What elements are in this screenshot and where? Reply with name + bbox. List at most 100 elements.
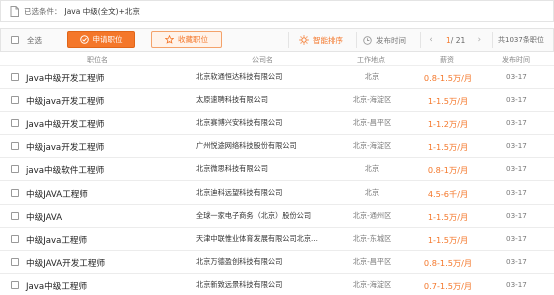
company-link[interactable]: 北京迪科远望科技有限公司 (196, 188, 328, 198)
favorite-button[interactable]: 收藏职位 (151, 31, 222, 48)
column-salary: 薪资 (440, 56, 454, 64)
company-link[interactable]: 全球一家电子商务（北京）股份公司 (196, 211, 328, 221)
toolbar-divider (288, 32, 289, 48)
apply-button[interactable]: 申请职位 (67, 31, 135, 48)
row-checkbox[interactable] (11, 119, 19, 128)
row-checkbox[interactable] (11, 142, 19, 151)
company-link[interactable]: 天津中联惟业体育发展有限公司北京... (196, 234, 328, 244)
job-title-link[interactable]: Java中级工程师 (26, 280, 87, 292)
job-location: 北京-东城区 (352, 233, 392, 243)
job-row[interactable]: Java中级工程师 北京新致远景科技有限公司 北京-海淀区 0.7-1.5万/月 03-… (0, 274, 554, 295)
row-checkbox[interactable] (11, 188, 19, 197)
job-location: 北京-昌平区 (352, 118, 392, 128)
job-location: 北京 (364, 164, 380, 174)
total-pages: / 21 (450, 35, 466, 45)
company-link[interactable]: 广州悦途网络科技股份有限公司 (196, 141, 328, 151)
job-location: 北京-通州区 (352, 210, 392, 220)
smart-sort-label: 智能排序 (313, 35, 343, 45)
toolbar-divider (356, 32, 357, 48)
favorite-label: 收藏职位 (178, 35, 208, 44)
job-row[interactable]: 中级JAVA工程师 北京迪科远望科技有限公司 北京 4.5-6千/月 03-17 (0, 182, 554, 205)
row-checkbox[interactable] (11, 73, 19, 81)
job-row[interactable]: 中级java开发工程师 广州悦途网络科技股份有限公司 北京-海淀区 1-1.5万/月 0… (0, 135, 554, 159)
job-salary: 0.8-1.5万/月 (423, 73, 473, 83)
row-checkbox[interactable] (11, 234, 19, 243)
job-date: 03-17 (506, 118, 527, 128)
job-date: 03-17 (506, 95, 527, 105)
column-date: 发布时间 (502, 56, 530, 64)
publish-time-label: 发布时间 (376, 35, 406, 45)
job-salary: 1-1.5万/月 (427, 211, 469, 222)
total-count: 共1037条职位 (498, 36, 544, 44)
job-title-link[interactable]: Java中级开发工程师 (26, 118, 104, 130)
job-salary: 0.8-1万/月 (427, 165, 469, 176)
job-salary: 4.5-6千/月 (427, 188, 469, 199)
job-title-link[interactable]: 中级JAVA开发工程师 (26, 257, 105, 269)
job-title-link[interactable]: 中级JAVA (26, 211, 62, 223)
row-checkbox[interactable] (11, 280, 19, 289)
job-location: 北京-海淀区 (352, 95, 392, 105)
company-link[interactable]: 北京软通恒达科技有限公司 (196, 72, 328, 82)
job-date: 03-17 (506, 164, 527, 174)
next-page-icon[interactable]: › (474, 35, 484, 45)
sort-sun-icon (299, 35, 309, 45)
job-row[interactable]: 中级JAVA开发工程师 北京万德盈创科技有限公司 北京-昌平区 0.8-1.5万/月 0… (0, 251, 554, 274)
job-salary: 1-1.5万/月 (427, 234, 469, 245)
company-link[interactable]: 太原速聘科技有限公司 (196, 95, 328, 105)
toolbar: 全选 申请职位 收藏职位 智能排序 发布时间 ‹ 1 / 21 › 共1037条… (0, 28, 554, 52)
row-checkbox[interactable] (11, 96, 19, 105)
select-all-checkbox[interactable] (11, 36, 19, 44)
company-link[interactable]: 北京赛博兴安科技有限公司 (196, 118, 328, 128)
column-location: 工作地点 (357, 56, 385, 64)
apply-label: 申请职位 (92, 35, 123, 44)
job-title-link[interactable]: 中级JAVA工程师 (26, 188, 88, 200)
prev-page-icon[interactable]: ‹ (426, 35, 436, 45)
company-link[interactable]: 北京微思科技有限公司 (196, 164, 328, 174)
toolbar-divider (492, 32, 493, 48)
select-all[interactable]: 全选 (11, 29, 42, 51)
job-location: 北京 (364, 187, 380, 197)
filter-label: 已选条件： (24, 6, 62, 16)
job-salary: 0.8-1.5万/月 (423, 257, 473, 268)
job-title-link[interactable]: java中级软件工程师 (26, 164, 104, 176)
apply-icon (79, 35, 89, 44)
filter-bar: 已选条件： Java 中级(全文)+北京 (0, 0, 554, 22)
smart-sort-button[interactable]: 智能排序 (299, 29, 343, 51)
job-row[interactable]: 中级Java工程师 天津中联惟业体育发展有限公司北京... 北京-东城区 1-1.5万… (0, 228, 554, 251)
filter-value: Java 中级(全文)+北京 (64, 6, 140, 16)
job-title-link[interactable]: 中级java开发工程师 (26, 95, 104, 107)
job-date: 03-17 (506, 256, 527, 266)
job-salary: 1-1.2万/月 (427, 119, 469, 130)
table-header: 职位名 公司名 工作地点 薪资 发布时间 (0, 52, 554, 66)
job-location: 北京-昌平区 (352, 256, 392, 266)
job-title-link[interactable]: 中级Java工程师 (26, 234, 87, 246)
select-all-label: 全选 (27, 35, 42, 45)
job-row[interactable]: java中级软件工程师 北京微思科技有限公司 北京 0.8-1万/月 03-17 (0, 158, 554, 182)
job-date: 03-17 (506, 210, 527, 220)
job-row[interactable]: 中级java开发工程师 太原速聘科技有限公司 北京-海淀区 1-1.5万/月 03-17 (0, 89, 554, 113)
job-salary: 0.7-1.5万/月 (423, 280, 473, 291)
job-date: 03-17 (506, 279, 527, 289)
job-date: 03-17 (506, 187, 527, 197)
toolbar-divider (420, 32, 421, 48)
job-salary: 1-1.5万/月 (427, 142, 469, 153)
job-row[interactable]: Java中级开发工程师 北京软通恒达科技有限公司 北京 0.8-1.5万/月 03-17 (0, 66, 554, 89)
row-checkbox[interactable] (11, 257, 19, 266)
company-link[interactable]: 北京万德盈创科技有限公司 (196, 257, 328, 267)
row-checkbox[interactable] (11, 165, 19, 174)
job-row[interactable]: 中级JAVA 全球一家电子商务（北京）股份公司 北京-通州区 1-1.5万/月 03-1… (0, 205, 554, 228)
job-location: 北京 (364, 72, 380, 81)
pager: ‹ 1 / 21 › (426, 29, 484, 51)
job-date: 03-17 (506, 141, 527, 151)
job-row[interactable]: Java中级开发工程师 北京赛博兴安科技有限公司 北京-昌平区 1-1.2万/月 03-… (0, 112, 554, 136)
document-icon (9, 5, 19, 17)
column-company: 公司名 (252, 56, 273, 64)
row-checkbox[interactable] (11, 211, 19, 220)
job-title-link[interactable]: 中级java开发工程师 (26, 141, 104, 153)
star-icon (165, 35, 174, 44)
clock-icon (363, 35, 372, 45)
job-salary: 1-1.5万/月 (427, 96, 469, 107)
company-link[interactable]: 北京新致远景科技有限公司 (196, 280, 328, 290)
job-title-link[interactable]: Java中级开发工程师 (26, 72, 104, 84)
publish-time-sort-button[interactable]: 发布时间 (363, 29, 406, 51)
